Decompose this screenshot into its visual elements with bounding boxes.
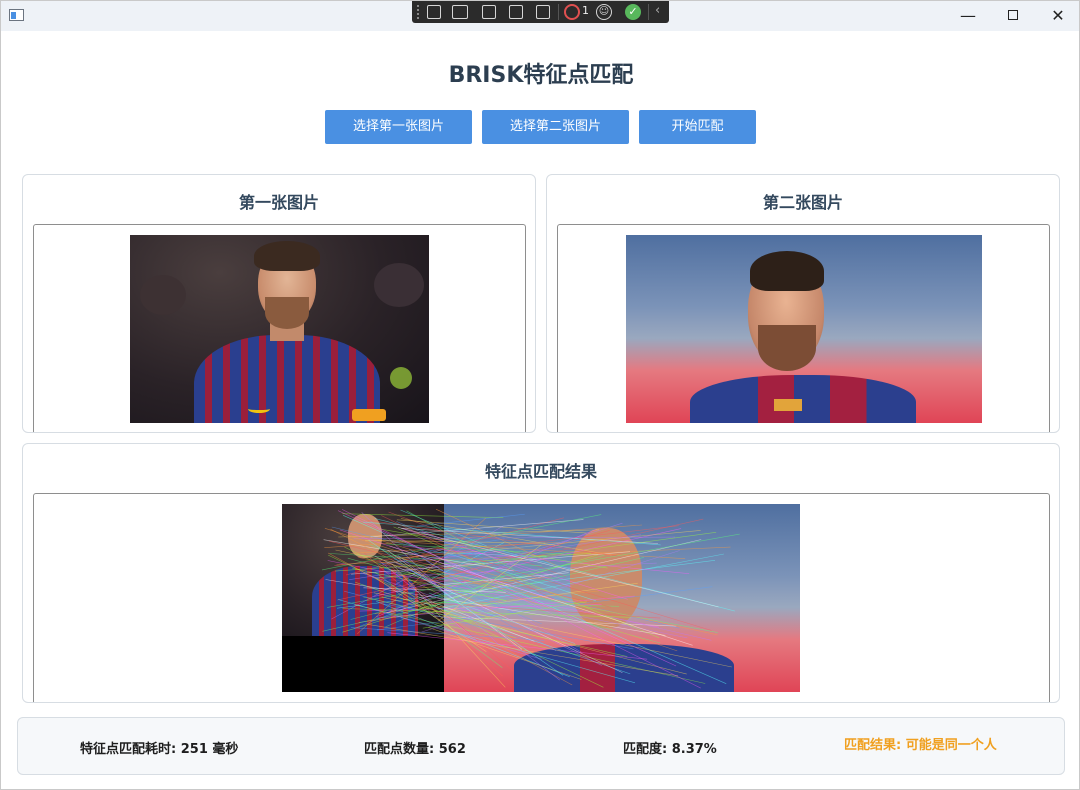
title-bar: 1 ☺ ✓ ‹ — ✕ <box>1 1 1079 31</box>
match-result-panel: 特征点匹配结果 <box>22 443 1060 703</box>
first-image-frame <box>33 224 526 432</box>
match-line <box>385 575 506 628</box>
match-result-image <box>282 504 800 692</box>
first-image-title: 第一张图片 <box>238 193 319 212</box>
select-first-image-button[interactable]: 选择第一张图片 <box>325 110 472 144</box>
app-window: 1 ☺ ✓ ‹ — ✕ BRISK特征点匹配 选择第一张图片 选择第二张图片 开… <box>0 0 1080 790</box>
toolbar-divider <box>648 4 649 20</box>
chevron-left-icon[interactable]: ‹ <box>655 3 660 18</box>
background-shape <box>390 367 412 389</box>
record-count: 1 <box>582 4 589 17</box>
minimize-button[interactable]: — <box>945 1 991 31</box>
select-second-image-button[interactable]: 选择第二张图片 <box>482 110 629 144</box>
background-shape <box>140 275 186 315</box>
second-image <box>626 235 982 423</box>
beard <box>265 297 309 329</box>
hair <box>254 241 320 271</box>
collar <box>774 399 802 411</box>
armband <box>352 409 386 421</box>
background-shape <box>374 263 424 307</box>
pointer-icon[interactable] <box>482 5 496 19</box>
match-lines <box>321 508 740 689</box>
maximize-button[interactable] <box>990 1 1036 31</box>
match-time: 特征点匹配耗时: 251 毫秒 <box>80 742 239 757</box>
select-element-icon[interactable] <box>427 5 441 19</box>
hair <box>750 251 824 291</box>
maximize-icon <box>1008 10 1018 20</box>
match-count: 匹配点数量: 562 <box>364 742 466 757</box>
record-icon[interactable] <box>564 4 580 20</box>
match-score: 匹配度: 8.37% <box>623 742 717 757</box>
toolbar-grip[interactable] <box>417 5 419 19</box>
logo-mark <box>248 405 270 413</box>
accessibility-icon[interactable]: ☺ <box>596 4 612 20</box>
page-title: BRISK特征点匹配 <box>448 63 634 88</box>
second-image-title: 第二张图片 <box>762 193 843 212</box>
beard <box>758 325 816 371</box>
app-icon <box>9 9 24 21</box>
first-image-panel: 第一张图片 <box>22 174 536 433</box>
check-icon[interactable]: ✓ <box>625 4 641 20</box>
match-line <box>334 525 679 566</box>
shirt <box>690 375 916 423</box>
match-verdict: 匹配结果: 可能是同一个人 <box>844 738 997 753</box>
status-bar: 特征点匹配耗时: 251 毫秒 匹配点数量: 562 匹配度: 8.37% 匹配… <box>17 717 1065 775</box>
start-match-button[interactable]: 开始匹配 <box>639 110 756 144</box>
match-result-title: 特征点匹配结果 <box>484 462 597 481</box>
debug-toolbar: 1 ☺ ✓ ‹ <box>412 1 669 23</box>
toolbar-divider <box>558 4 559 20</box>
hot-reload-icon[interactable] <box>536 5 550 19</box>
close-button[interactable]: ✕ <box>1035 1 1080 31</box>
match-result-frame <box>33 493 1050 702</box>
layout-icon[interactable] <box>509 5 523 19</box>
second-image-panel: 第二张图片 <box>546 174 1060 433</box>
match-line <box>358 557 718 636</box>
second-image-frame <box>557 224 1050 432</box>
first-image <box>130 235 429 423</box>
video-icon[interactable] <box>452 5 468 19</box>
match-line <box>397 555 560 681</box>
